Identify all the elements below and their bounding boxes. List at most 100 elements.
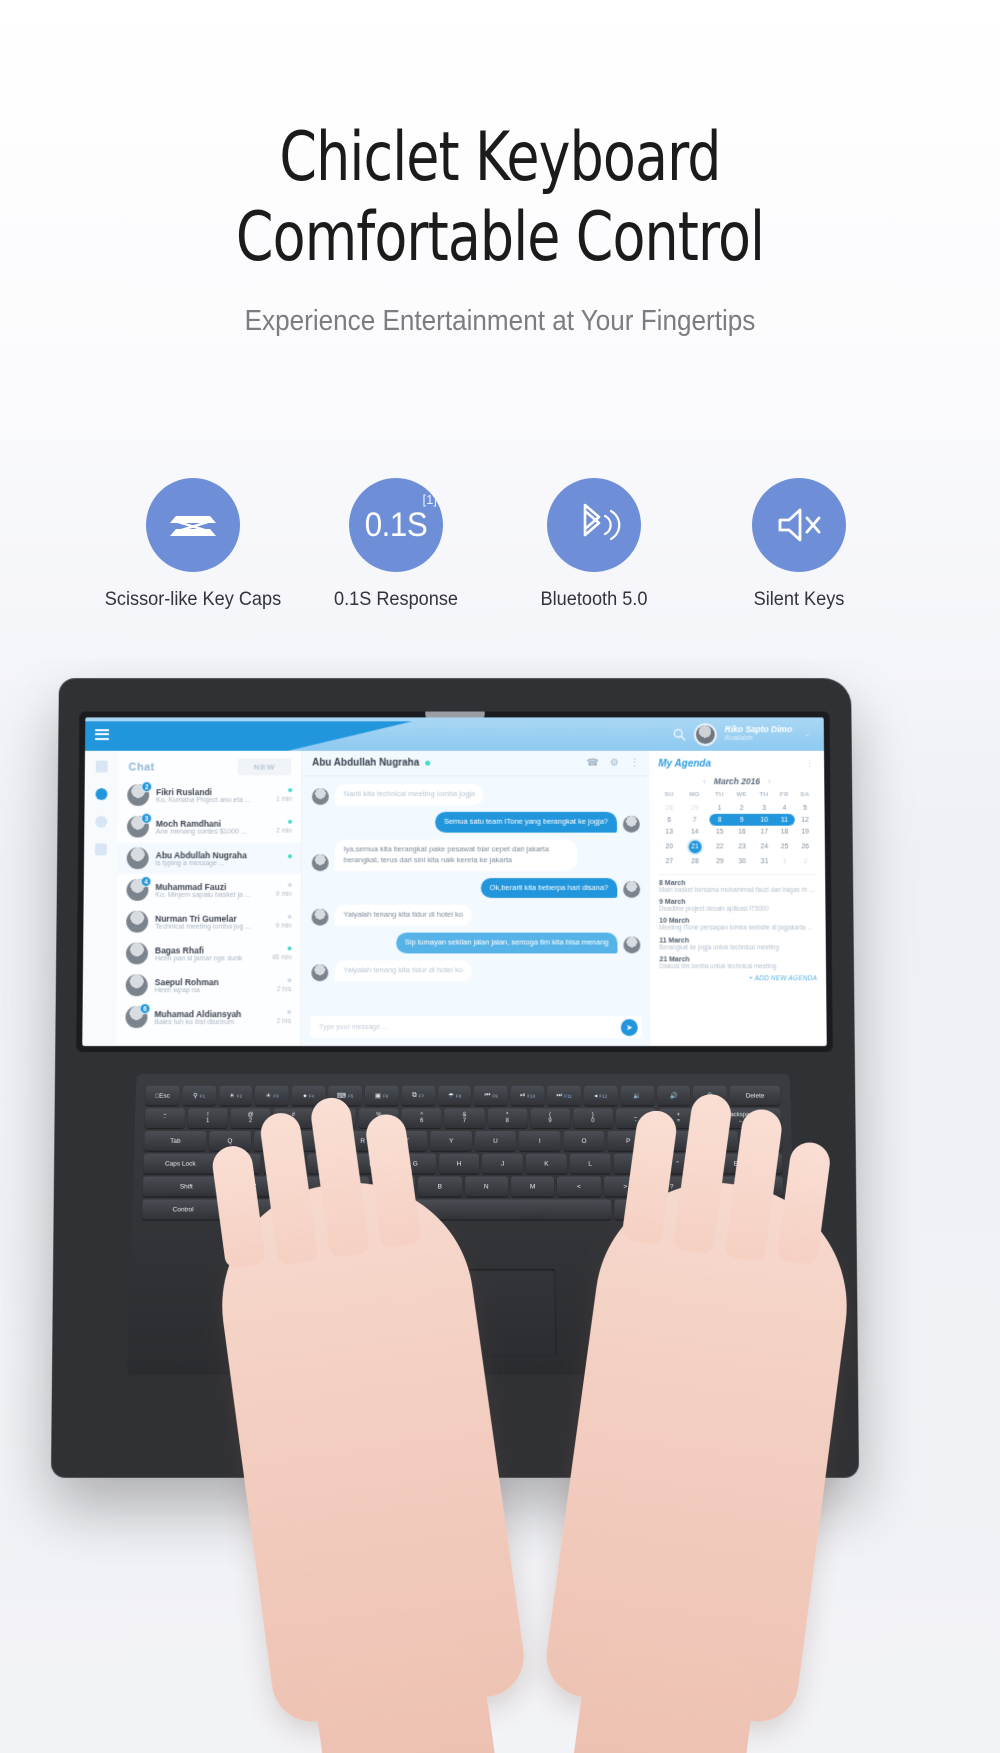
avatar[interactable] bbox=[693, 722, 717, 746]
agenda-event[interactable]: 9 March Deadline project desain aplikasi … bbox=[659, 899, 816, 914]
list-item[interactable]: 4 Muhammad Fauzi Ko, Minjem sapatu basket … bbox=[117, 874, 300, 906]
key-l[interactable]: L bbox=[569, 1153, 611, 1174]
key-search-icon[interactable]: ⚲ F1 bbox=[182, 1085, 217, 1106]
chevron-right-icon[interactable]: › bbox=[768, 776, 771, 786]
call-icon[interactable]: ☎ bbox=[587, 758, 599, 769]
key-6[interactable]: ^ 6 bbox=[401, 1108, 442, 1129]
key-`[interactable]: ~ ` bbox=[144, 1108, 186, 1129]
key-k[interactable]: K bbox=[525, 1153, 567, 1174]
more-vertical-icon[interactable]: ⋮ bbox=[805, 759, 815, 770]
calendar-day[interactable]: 21 bbox=[680, 838, 710, 856]
calendar-day[interactable]: 1 bbox=[775, 855, 795, 867]
calendar-day[interactable]: 23 bbox=[730, 838, 754, 856]
key-9[interactable]: (9 bbox=[530, 1108, 571, 1129]
calendar-day[interactable]: 5 bbox=[794, 802, 815, 814]
calendar-day[interactable]: 1 bbox=[709, 802, 729, 814]
calendar-day[interactable]: 13 bbox=[659, 826, 680, 838]
key-0[interactable]: ) 0 bbox=[572, 1108, 613, 1129]
key-prev-track-icon[interactable]: ⏮ F9 bbox=[474, 1085, 508, 1106]
list-item[interactable]: Nurman Tri Gumelar Technical meeting lomb… bbox=[117, 906, 300, 938]
send-icon[interactable]: ➤ bbox=[620, 1018, 638, 1036]
list-item[interactable]: 2 Fikri Ruslandi Ko, Kumaha Project anu et… bbox=[118, 779, 301, 811]
list-item[interactable]: 3 Moch Ramdhani Ane menang contes $1000 ..… bbox=[118, 811, 301, 843]
key-volume-mute-icon[interactable]: ◂ F12 bbox=[583, 1085, 618, 1106]
calendar-day[interactable]: 28 bbox=[680, 855, 710, 867]
calendar-day[interactable]: 25 bbox=[774, 838, 794, 856]
key-h[interactable]: H bbox=[438, 1153, 480, 1174]
key-apps-icon[interactable]: ⧉ F7 bbox=[401, 1085, 435, 1106]
calendar-day[interactable]: 19 bbox=[795, 826, 816, 838]
key-assistant-icon[interactable]: ☂ F8 bbox=[437, 1085, 472, 1106]
key-i[interactable]: I bbox=[519, 1131, 561, 1151]
rail-item-stats[interactable] bbox=[95, 815, 108, 828]
key-7[interactable]: & 7 bbox=[444, 1108, 485, 1129]
list-item[interactable]: 6 Muhamad Aldiansyah Bales tuh ko bisi dis… bbox=[116, 1001, 300, 1033]
key-y[interactable]: Y bbox=[430, 1131, 472, 1151]
key-delete[interactable]: Delete bbox=[729, 1085, 781, 1106]
calendar-day[interactable]: 16 bbox=[730, 826, 754, 838]
calendar-day[interactable]: 28 bbox=[659, 802, 680, 814]
key-volume-down-icon[interactable]: 🔉 bbox=[620, 1085, 655, 1106]
chevron-down-icon[interactable]: ⌄ bbox=[804, 730, 810, 738]
calendar-day[interactable]: 7 bbox=[680, 814, 710, 826]
calendar-day[interactable]: 14 bbox=[680, 826, 710, 838]
calendar-day[interactable]: 26 bbox=[795, 838, 816, 856]
key-8[interactable]: * 8 bbox=[487, 1108, 528, 1129]
hamburger-icon[interactable] bbox=[95, 726, 110, 742]
agenda-event[interactable]: 21 March Diskusi tim lomba untuk technica… bbox=[659, 956, 817, 971]
calendar-day[interactable]: 10 bbox=[753, 813, 775, 826]
rail-item-chat[interactable] bbox=[95, 788, 108, 801]
agenda-event[interactable]: 8 March Main basket bersama muhammad fauz… bbox=[659, 880, 816, 895]
calendar-day[interactable]: 27 bbox=[659, 855, 680, 867]
calendar-day[interactable]: 3 bbox=[754, 802, 774, 814]
agenda-event[interactable]: 10 March Meeting ITone persiapan lomba we… bbox=[659, 918, 817, 933]
key-1[interactable]: ! 1 bbox=[187, 1108, 228, 1129]
key-tab[interactable]: Tab bbox=[144, 1131, 207, 1151]
agenda-event[interactable]: 11 March Berangkat ke jogja untuk technic… bbox=[659, 937, 817, 952]
more-icon[interactable]: ⋮ bbox=[630, 758, 640, 769]
list-item[interactable]: Bagas Rhafi Heeh pan si jamar nge dunk 45 … bbox=[117, 938, 301, 970]
key-m[interactable]: M bbox=[510, 1176, 555, 1197]
rail-item-dashboard[interactable] bbox=[95, 760, 108, 773]
list-item[interactable]: Abu Abdullah Nugraha is typing a message … bbox=[117, 842, 301, 875]
key-<[interactable]: < bbox=[557, 1176, 601, 1197]
calendar-day[interactable]: 15 bbox=[710, 826, 730, 838]
key-screenshot-icon[interactable]: ▣ F6 bbox=[364, 1085, 399, 1106]
settings-icon[interactable]: ⚙ bbox=[610, 758, 619, 769]
search-icon[interactable] bbox=[673, 728, 686, 741]
calendar-day[interactable]: 2 bbox=[795, 855, 816, 867]
add-agenda-button[interactable]: + ADD NEW AGENDA bbox=[659, 975, 817, 982]
new-chat-button[interactable]: NEW bbox=[237, 758, 292, 776]
key-brightness-down-icon[interactable]: ☀ F2 bbox=[218, 1085, 253, 1106]
calendar-day[interactable]: 31 bbox=[754, 855, 774, 867]
calendar-day[interactable]: 24 bbox=[754, 838, 774, 856]
rail-item-list[interactable] bbox=[94, 843, 108, 856]
key-u[interactable]: U bbox=[474, 1131, 517, 1151]
calendar-day[interactable]: 22 bbox=[710, 838, 730, 856]
key-next-track-icon[interactable]: ⏭ F11 bbox=[547, 1085, 582, 1106]
calendar-day[interactable]: 17 bbox=[754, 826, 774, 838]
calendar-day[interactable]: 29 bbox=[710, 855, 730, 867]
key-j[interactable]: J bbox=[482, 1153, 524, 1174]
calendar-day[interactable]: 30 bbox=[730, 855, 754, 867]
key-b[interactable]: B bbox=[418, 1176, 462, 1197]
calendar-day[interactable]: 11 bbox=[774, 813, 795, 826]
key-control[interactable]: Control bbox=[141, 1199, 225, 1220]
key-esc[interactable]: □ Esc bbox=[145, 1085, 180, 1106]
calendar-day[interactable]: 29 bbox=[680, 802, 710, 814]
calendar-day[interactable]: 9 bbox=[729, 813, 755, 826]
key-play-pause-icon[interactable]: ⏯ F10 bbox=[510, 1085, 545, 1106]
chevron-left-icon[interactable]: ‹ bbox=[703, 776, 706, 786]
calendar-day[interactable]: 20 bbox=[659, 838, 680, 856]
message-input[interactable]: Type your message ... bbox=[319, 1024, 388, 1031]
key-caps-lock[interactable]: Caps Lock bbox=[143, 1153, 218, 1174]
calendar-day[interactable]: 12 bbox=[795, 814, 816, 826]
calendar-day[interactable]: 6 bbox=[659, 814, 680, 826]
key-n[interactable]: N bbox=[464, 1176, 508, 1197]
key-o[interactable]: O bbox=[563, 1131, 605, 1151]
key-brightness-up-icon[interactable]: ☀ F3 bbox=[255, 1085, 290, 1106]
calendar-day[interactable]: 8 bbox=[709, 813, 730, 826]
calendar-day[interactable]: 18 bbox=[774, 826, 794, 838]
list-item[interactable]: Saepul Rohman Heeh wpap na 2 hrs bbox=[117, 969, 301, 1001]
calendar-day[interactable]: 2 bbox=[730, 802, 754, 814]
